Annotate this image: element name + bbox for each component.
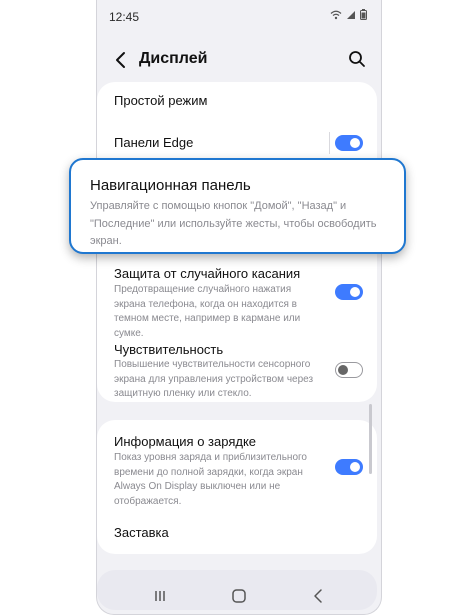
setting-title: Информация о зарядке [114,434,257,449]
header: Дисплей [97,38,381,82]
setting-title: Заставка [114,525,169,540]
navigation-bar-callout[interactable]: Навигационная панель Управляйте с помощь… [69,158,406,254]
search-icon[interactable] [347,49,367,69]
callout-subtitle: Управляйте с помощью кнопок "Домой", "На… [90,200,377,247]
back-icon[interactable] [307,586,331,606]
home-icon[interactable] [227,586,251,606]
setting-accidental-touch[interactable]: Защита от случайного касания Предотвраще… [97,262,377,339]
recents-icon[interactable] [148,586,172,606]
setting-subtitle: Предотвращение случайного нажатия экрана… [114,284,301,339]
settings-card-bottom: Информация о зарядке Показ уровня заряда… [97,420,377,554]
setting-easy-mode[interactable]: Простой режим [97,82,377,122]
setting-touch-sensitivity[interactable]: Чувствительность Повышение чувствительно… [97,337,377,402]
scrollbar[interactable] [369,404,372,474]
setting-title: Чувствительность [114,342,224,357]
signal-icon [347,10,355,19]
accidental-touch-toggle[interactable] [335,284,363,300]
status-time: 12:45 [109,10,140,24]
wifi-icon [330,10,342,19]
setting-edge-panels[interactable]: Панели Edge [97,122,377,162]
divider [329,132,330,154]
setting-subtitle: Повышение чувствительности сенсорного эк… [114,359,314,399]
battery-icon [360,9,367,20]
setting-title: Простой режим [114,93,208,108]
setting-screen-saver[interactable]: Заставка [97,512,377,554]
charging-info-toggle[interactable] [335,459,363,475]
phone-frame: 12:45 Дисплей Простой режим Панели Edge … [96,0,382,615]
back-arrow-icon[interactable] [113,50,131,70]
status-bar: 12:45 [97,0,381,32]
setting-subtitle: Показ уровня заряда и приблизительного в… [114,452,307,507]
edge-panels-toggle[interactable] [335,135,363,151]
system-navigation-bar [97,578,381,614]
setting-title: Панели Edge [114,135,194,150]
touch-sensitivity-toggle[interactable] [335,362,363,378]
page-title: Дисплей [139,50,208,67]
setting-title: Защита от случайного касания [114,266,301,281]
status-icons [330,9,367,20]
setting-charging-info[interactable]: Информация о зарядке Показ уровня заряда… [97,420,377,512]
callout-title: Навигационная панель [90,177,251,194]
